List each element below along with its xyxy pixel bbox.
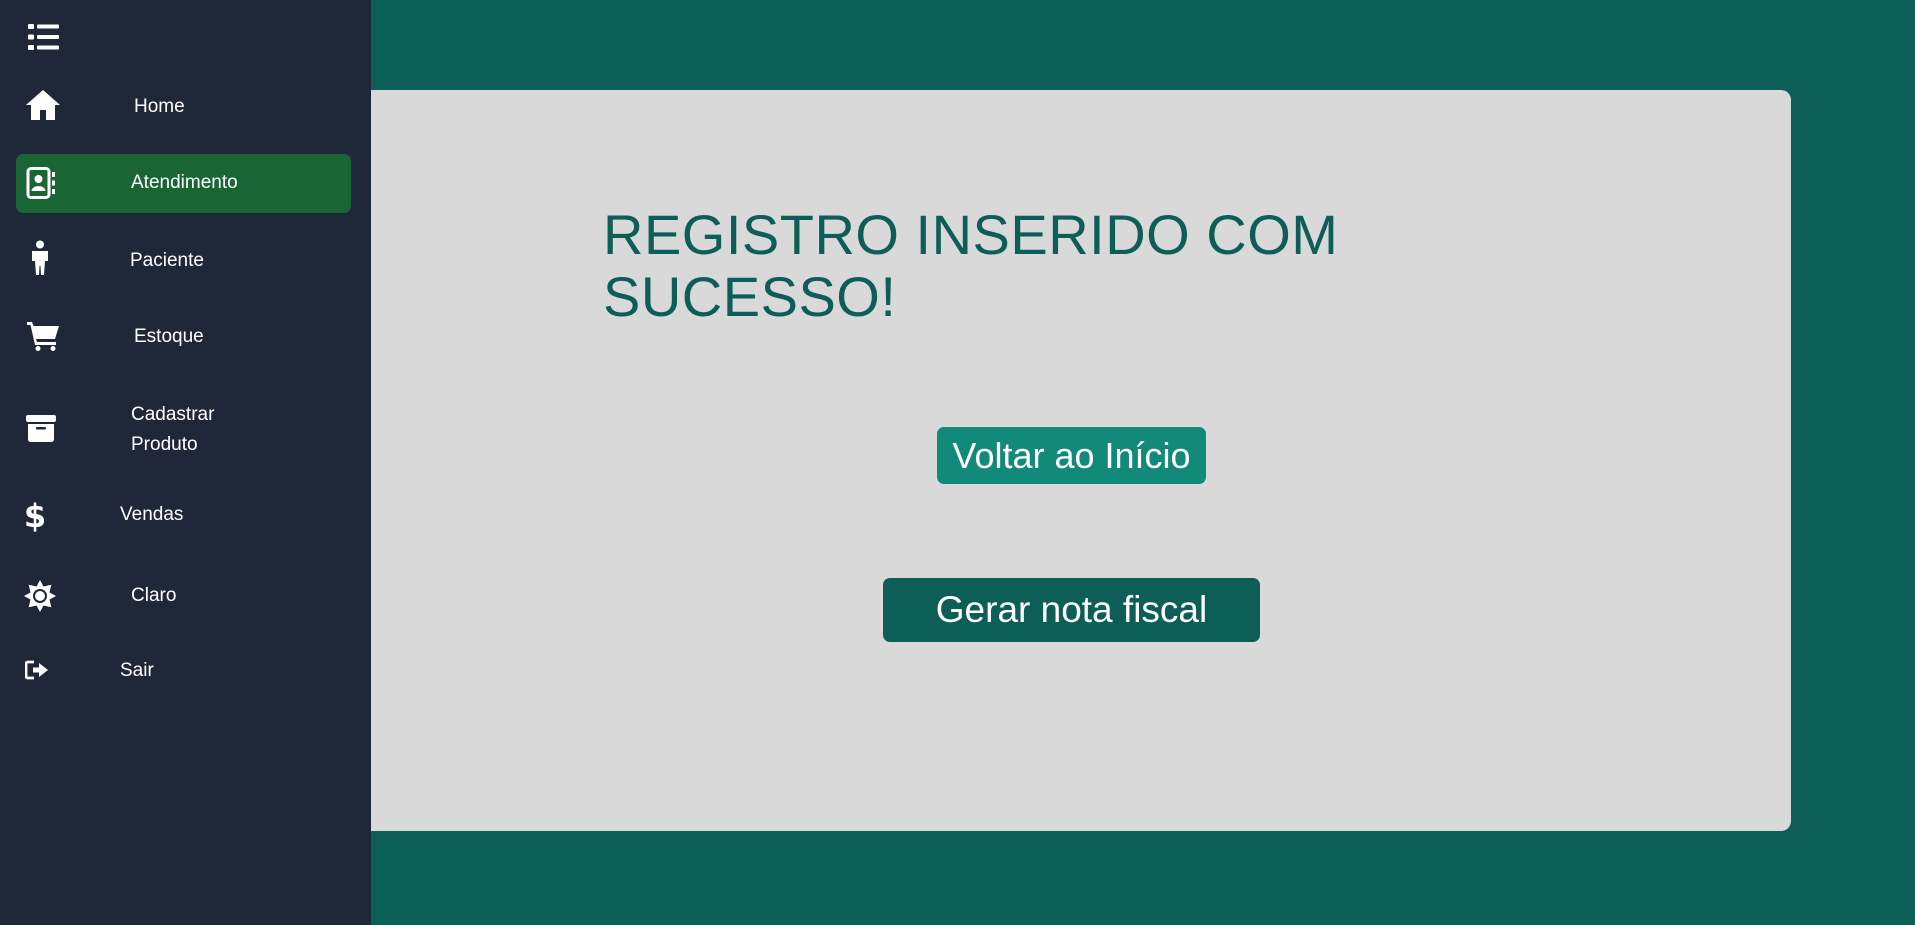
- success-message: REGISTRO INSERIDO COM SUCESSO!: [603, 203, 1339, 328]
- svg-text:$: $: [24, 498, 46, 532]
- person-icon: [32, 240, 48, 275]
- back-home-button[interactable]: Voltar ao Início: [937, 427, 1206, 484]
- main-panel: REGISTRO INSERIDO COM SUCESSO! Voltar ao…: [371, 90, 1791, 831]
- sidebar: Home Atendimento Paciente Estoque Cadast…: [0, 0, 371, 925]
- cart-icon: [27, 322, 59, 351]
- sidebar-item-vendas[interactable]: $ Vendas: [16, 496, 351, 536]
- sidebar-item-label: Atendimento: [131, 172, 238, 193]
- dollar-icon: $: [24, 498, 46, 532]
- sidebar-item-label: Estoque: [134, 326, 204, 347]
- archive-box-icon: [26, 415, 56, 442]
- sidebar-item-cadastrar-produto[interactable]: Cadastrar Produto: [16, 398, 351, 462]
- sidebar-item-atendimento[interactable]: Atendimento: [16, 154, 351, 213]
- home-icon: [26, 90, 60, 120]
- sidebar-item-paciente[interactable]: Paciente: [16, 238, 351, 278]
- contact-book-icon: [26, 167, 55, 199]
- sun-icon: [24, 580, 56, 612]
- sidebar-item-label: Vendas: [120, 504, 184, 525]
- sidebar-item-home[interactable]: Home: [16, 86, 351, 126]
- sidebar-item-label: Home: [134, 96, 185, 117]
- sidebar-item-claro[interactable]: Claro: [16, 576, 351, 616]
- sidebar-item-label: Claro: [131, 585, 177, 606]
- generate-invoice-button[interactable]: Gerar nota fiscal: [883, 578, 1260, 642]
- sidebar-item-sair[interactable]: Sair: [16, 651, 351, 691]
- sidebar-item-estoque[interactable]: Estoque: [16, 316, 351, 356]
- sidebar-item-label: Cadastrar Produto: [131, 404, 215, 455]
- sidebar-item-label: Sair: [120, 660, 154, 681]
- sign-out-icon: [25, 660, 48, 680]
- sidebar-item-label: Paciente: [130, 250, 204, 271]
- list-icon[interactable]: [28, 22, 60, 52]
